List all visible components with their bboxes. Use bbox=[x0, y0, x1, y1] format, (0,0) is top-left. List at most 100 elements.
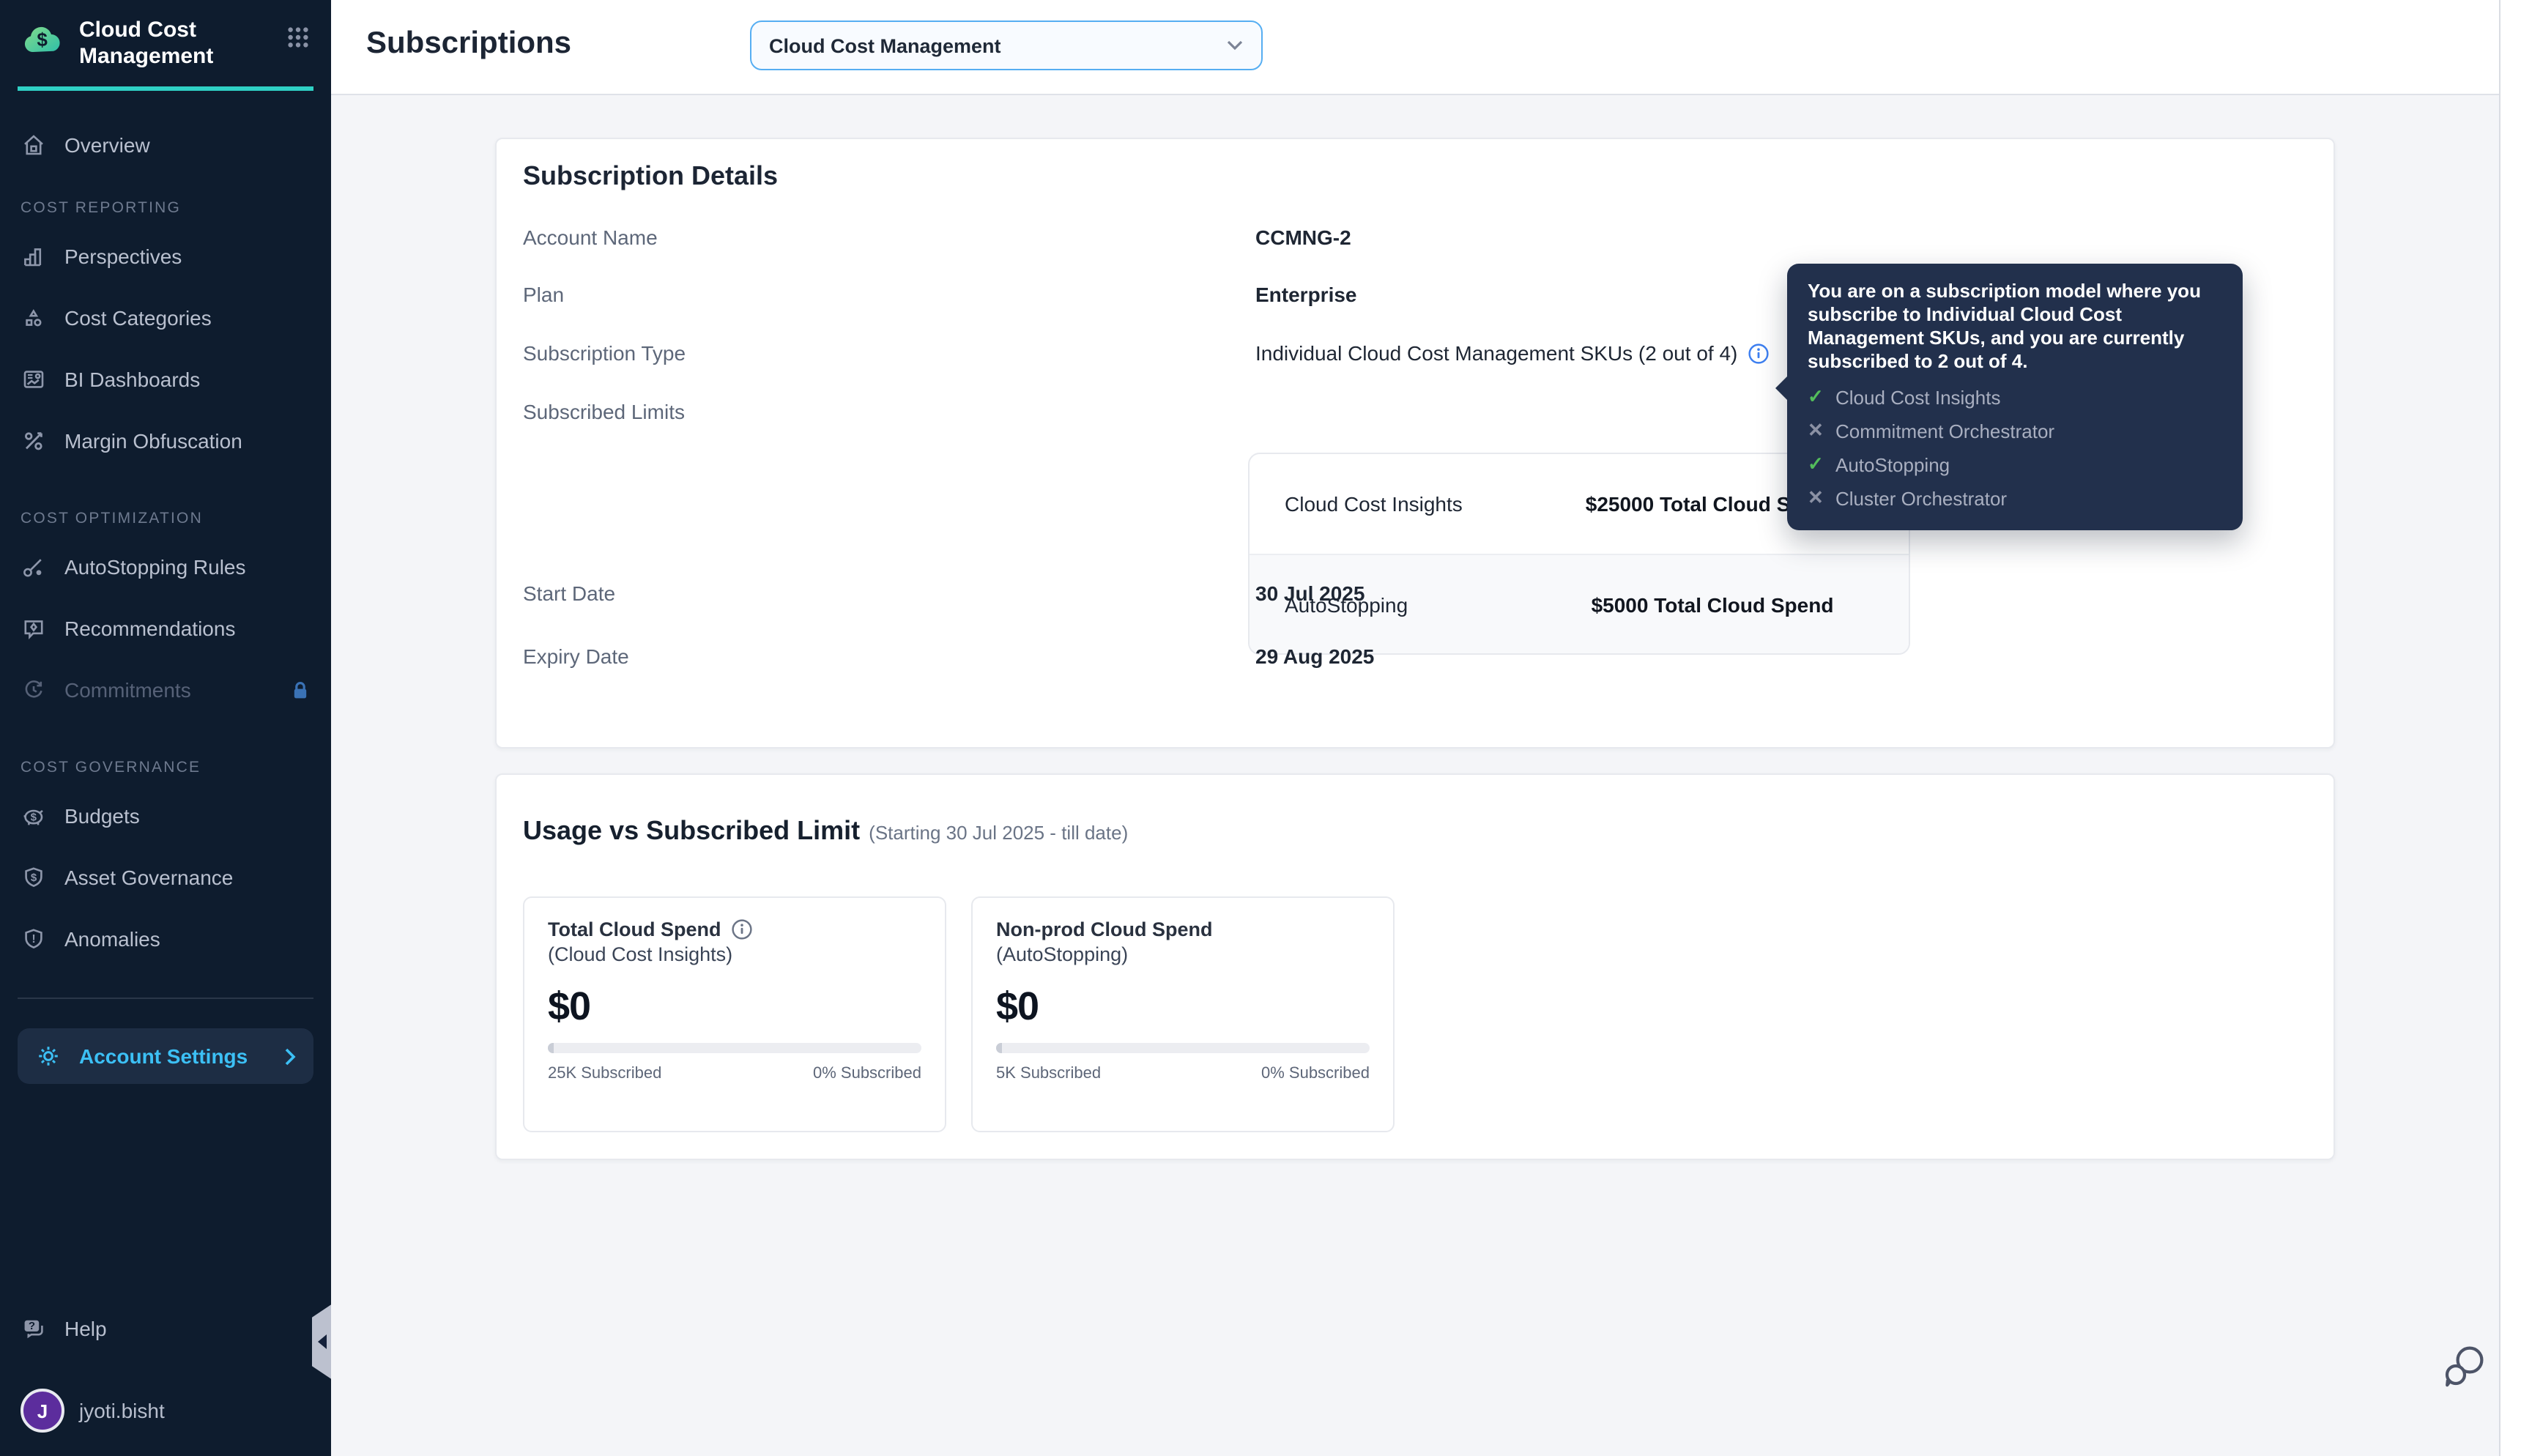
tooltip-arrow bbox=[1775, 375, 1789, 401]
plan-label: Plan bbox=[523, 283, 565, 306]
user-menu[interactable]: J jyoti.bisht bbox=[21, 1389, 311, 1433]
expiry-date-label: Expiry Date bbox=[523, 645, 629, 668]
card-subtitle: (Cloud Cost Insights) bbox=[548, 943, 733, 965]
subscribed-percent-label: 0% Subscribed bbox=[813, 1065, 921, 1082]
cross-icon: ✕ bbox=[1808, 419, 1824, 442]
chevron-down-icon bbox=[1226, 40, 1244, 51]
info-icon[interactable] bbox=[1748, 342, 1770, 364]
sidebar-item-perspectives[interactable]: Perspectives bbox=[0, 226, 331, 288]
help-chat-icon: ? bbox=[21, 1315, 47, 1342]
sidebar-item-label: AutoStopping Rules bbox=[64, 555, 246, 579]
account-name-value: CCMNG-2 bbox=[1255, 226, 1351, 249]
app-grid-icon[interactable] bbox=[286, 25, 311, 57]
sidebar-nav: Overview COST REPORTING Perspectives Cos… bbox=[0, 92, 331, 970]
lock-icon bbox=[290, 680, 311, 702]
sidebar-bottom: ? Help J jyoti.bisht bbox=[0, 1302, 331, 1456]
subscription-type-value-row: Individual Cloud Cost Management SKUs (2… bbox=[1255, 341, 1770, 365]
shapes-icon bbox=[21, 305, 47, 332]
main-area: Subscriptions Cloud Cost Management Subs… bbox=[331, 0, 2521, 1456]
sidebar-item-label: Cost Categories bbox=[64, 306, 212, 330]
info-icon[interactable] bbox=[732, 918, 754, 940]
sku-limit: $5000 Total Cloud Spend bbox=[1591, 593, 1834, 616]
user-name: jyoti.bisht bbox=[79, 1399, 165, 1422]
app-logo-row: $ Cloud Cost Management bbox=[0, 0, 331, 81]
list-item: ✓ AutoStopping bbox=[1808, 450, 2222, 480]
check-icon: ✓ bbox=[1808, 453, 1824, 475]
svg-text:!: ! bbox=[31, 934, 35, 946]
sidebar-item-overview[interactable]: Overview bbox=[0, 115, 331, 177]
start-date-label: Start Date bbox=[523, 582, 616, 605]
sku-name: Cloud Cost Insights bbox=[1835, 386, 2001, 409]
svg-text:$: $ bbox=[31, 872, 37, 885]
suggestion-bubble-icon bbox=[21, 616, 47, 642]
cloud-dollar-logo-icon: $ bbox=[21, 18, 64, 62]
sidebar-item-commitments[interactable]: Commitments bbox=[0, 660, 331, 721]
gear-icon bbox=[35, 1044, 62, 1070]
dashboard-image-icon bbox=[21, 367, 47, 393]
avatar: J bbox=[21, 1389, 64, 1433]
usage-title: Usage vs Subscribed Limit bbox=[523, 816, 861, 845]
sidebar-item-account-settings[interactable]: Account Settings bbox=[18, 1028, 313, 1085]
svg-text:$: $ bbox=[31, 811, 37, 824]
progress-labels: 5K Subscribed 0% Subscribed bbox=[996, 1065, 1370, 1082]
shield-alert-icon: ! bbox=[21, 926, 47, 953]
page-header: Subscriptions Cloud Cost Management bbox=[331, 0, 2521, 95]
progress-fill bbox=[996, 1043, 1002, 1053]
plan-value: Enterprise bbox=[1255, 283, 1357, 306]
sidebar-item-label: Anomalies bbox=[64, 927, 160, 951]
percent-icon bbox=[21, 428, 47, 455]
sidebar-item-bi-dashboards[interactable]: BI Dashboards bbox=[0, 349, 331, 411]
expiry-date-value: 29 Aug 2025 bbox=[1255, 645, 1375, 668]
section-cost-reporting: COST REPORTING bbox=[21, 199, 182, 218]
help-button[interactable]: ? Help bbox=[21, 1302, 311, 1355]
sidebar-item-budgets[interactable]: $ Budgets bbox=[0, 786, 331, 847]
card-subtitle: (AutoStopping) bbox=[996, 943, 1129, 965]
sidebar-item-label: Perspectives bbox=[64, 245, 182, 269]
sidebar-item-label: Recommendations bbox=[64, 617, 236, 641]
module-select-value: Cloud Cost Management bbox=[769, 34, 1001, 56]
sidebar-item-cost-categories[interactable]: Cost Categories bbox=[0, 288, 331, 349]
progress-bar bbox=[996, 1043, 1370, 1053]
sidebar-item-label: Budgets bbox=[64, 804, 140, 828]
collapse-arrow-icon bbox=[318, 1334, 327, 1349]
spend-amount: $0 bbox=[996, 984, 1039, 1028]
sidebar-item-recommendations[interactable]: Recommendations bbox=[0, 598, 331, 660]
account-settings-label: Account Settings bbox=[79, 1044, 248, 1069]
app-window: $ Cloud Cost Management Overview COST RE… bbox=[0, 0, 2521, 1456]
subscription-type-value: Individual Cloud Cost Management SKUs (2… bbox=[1255, 341, 1738, 365]
page-title: Subscriptions bbox=[366, 26, 572, 60]
sidebar-item-label: Asset Governance bbox=[64, 866, 234, 890]
sidebar-item-label: Commitments bbox=[64, 678, 191, 702]
subscription-type-tooltip: You are on a subscription model where yo… bbox=[1775, 264, 2243, 531]
card-title: Non-prod Cloud Spend bbox=[996, 918, 1213, 940]
sidebar-item-anomalies[interactable]: ! Anomalies bbox=[0, 909, 331, 970]
chat-bubbles-icon[interactable] bbox=[2438, 1340, 2490, 1400]
subscription-details-title: Subscription Details bbox=[523, 161, 779, 190]
progress-bar bbox=[548, 1043, 921, 1053]
usage-subtitle: (Starting 30 Jul 2025 - till date) bbox=[869, 822, 1129, 844]
scrollbar-track[interactable] bbox=[2499, 0, 2521, 1456]
sku-name: AutoStopping bbox=[1835, 453, 1950, 476]
tooltip-sku-list: ✓ Cloud Cost Insights ✕ Commitment Orche… bbox=[1808, 383, 2222, 513]
progress-fill bbox=[548, 1043, 554, 1053]
piggy-bank-icon: $ bbox=[21, 803, 47, 830]
bar-chart-icon bbox=[21, 244, 47, 270]
sku-name: Cloud Cost Insights bbox=[1285, 492, 1463, 516]
section-cost-optimization: COST OPTIMIZATION bbox=[21, 510, 203, 528]
subscribed-limits-label: Subscribed Limits bbox=[523, 400, 685, 423]
list-item: ✕ Cluster Orchestrator bbox=[1808, 484, 2222, 513]
start-date-value: 30 Jul 2025 bbox=[1255, 582, 1365, 605]
usage-card: Usage vs Subscribed Limit (Starting 30 J… bbox=[495, 773, 2335, 1160]
sidebar-item-asset-governance[interactable]: $ Asset Governance bbox=[0, 847, 331, 909]
subscribed-amount-label: 5K Subscribed bbox=[996, 1065, 1102, 1082]
subscription-type-label: Subscription Type bbox=[523, 341, 686, 365]
sidebar-item-margin-obfuscation[interactable]: Margin Obfuscation bbox=[0, 411, 331, 472]
clock-refresh-icon bbox=[21, 677, 47, 704]
sidebar-item-autostopping-rules[interactable]: AutoStopping Rules bbox=[0, 537, 331, 598]
sku-name: Commitment Orchestrator bbox=[1835, 420, 2055, 442]
app-title: Cloud Cost Management bbox=[79, 18, 214, 69]
check-icon: ✓ bbox=[1808, 385, 1824, 408]
shield-dollar-icon: $ bbox=[21, 865, 47, 891]
module-select[interactable]: Cloud Cost Management bbox=[750, 21, 1263, 70]
list-item: ✕ Commitment Orchestrator bbox=[1808, 417, 2222, 446]
